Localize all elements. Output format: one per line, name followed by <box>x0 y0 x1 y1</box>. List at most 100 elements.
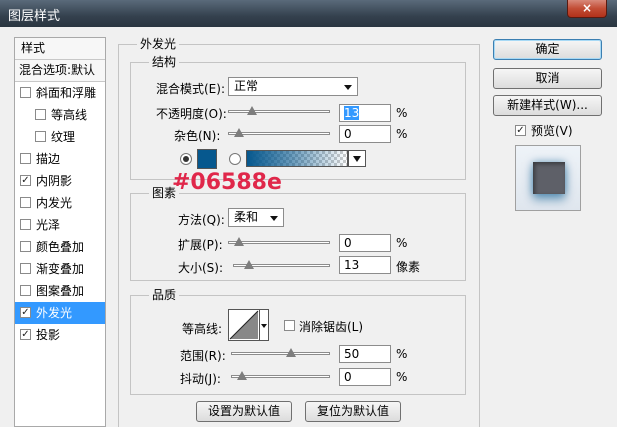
gradient-picker[interactable] <box>246 150 348 167</box>
ok-button[interactable]: 确定 <box>493 39 602 60</box>
color-annotation: #06588e <box>172 170 282 195</box>
style-item-checkbox[interactable] <box>20 219 31 230</box>
jitter-unit: % <box>396 370 408 384</box>
style-item-checkbox[interactable] <box>35 131 46 142</box>
style-item[interactable]: 斜面和浮雕 <box>15 82 105 104</box>
set-default-button[interactable]: 设置为默认值 <box>196 401 292 422</box>
jitter-slider-thumb[interactable] <box>237 371 247 380</box>
blend-mode-label: 混合模式(E): <box>156 82 225 96</box>
style-item-checkbox[interactable] <box>20 241 31 252</box>
style-item[interactable]: ✓ 内阴影 <box>15 170 105 192</box>
style-item-checkbox[interactable] <box>20 263 31 274</box>
antialias-label: 消除锯齿(L) <box>299 320 364 334</box>
style-item-checkbox[interactable]: ✓ <box>20 175 31 186</box>
size-slider[interactable] <box>233 260 330 269</box>
style-item[interactable]: ✓ 外发光 <box>15 302 105 324</box>
range-slider[interactable] <box>231 348 330 357</box>
jitter-input[interactable]: 0 <box>339 368 391 386</box>
style-item-label: 内发光 <box>36 196 73 210</box>
spread-unit: % <box>396 236 408 250</box>
style-item-label: 内阴影 <box>36 174 73 188</box>
style-item-label: 外发光 <box>36 306 73 320</box>
contour-preview-icon <box>229 310 259 340</box>
spread-slider-thumb[interactable] <box>234 237 244 246</box>
spread-slider[interactable] <box>228 237 330 246</box>
preview-swatch <box>533 162 565 194</box>
jitter-label: 抖动(J): <box>180 372 221 386</box>
style-item-label: 纹理 <box>51 130 76 144</box>
range-input[interactable]: 50 <box>339 345 391 363</box>
style-item-checkbox[interactable]: ✓ <box>20 307 31 318</box>
method-value: 柔和 <box>234 210 259 224</box>
style-item[interactable]: 颜色叠加 <box>15 236 105 258</box>
jitter-slider[interactable] <box>231 371 330 380</box>
style-item-label: 颜色叠加 <box>36 240 85 254</box>
style-item-label: 等高线 <box>51 108 88 122</box>
blending-options-item[interactable]: 混合选项:默认 <box>15 60 105 82</box>
style-item-label: 渐变叠加 <box>36 262 85 276</box>
gradient-dropdown[interactable] <box>348 150 366 167</box>
title-bar: 图层样式 × <box>0 0 617 27</box>
noise-slider-thumb[interactable] <box>234 128 244 137</box>
style-item-label: 光泽 <box>36 218 61 232</box>
elements-title: 图素 <box>149 186 180 200</box>
style-item-label: 图案叠加 <box>36 284 85 298</box>
opacity-slider[interactable] <box>228 106 330 115</box>
styles-header[interactable]: 样式 <box>15 38 105 60</box>
range-slider-thumb[interactable] <box>285 348 296 357</box>
style-item[interactable]: 等高线 <box>15 104 105 126</box>
style-item-checkbox[interactable]: ✓ <box>20 329 31 340</box>
preview-checkbox[interactable]: ✓ <box>515 125 526 136</box>
chevron-down-icon <box>270 216 278 221</box>
outer-glow-title: 外发光 <box>137 37 180 51</box>
opacity-input[interactable]: 13 <box>339 104 391 122</box>
style-item-checkbox[interactable] <box>35 109 46 120</box>
style-item-checkbox[interactable] <box>20 87 31 98</box>
style-item-label: 描边 <box>36 152 61 166</box>
reset-default-button[interactable]: 复位为默认值 <box>305 401 401 422</box>
color-radio[interactable] <box>180 153 192 165</box>
style-item[interactable]: 纹理 <box>15 126 105 148</box>
style-item[interactable]: 光泽 <box>15 214 105 236</box>
noise-input[interactable]: 0 <box>339 125 391 143</box>
size-slider-thumb[interactable] <box>243 260 254 269</box>
cancel-button[interactable]: 取消 <box>493 68 602 89</box>
range-unit: % <box>396 347 408 361</box>
color-radio-dot <box>183 156 189 162</box>
chevron-down-icon <box>353 156 361 162</box>
style-item-checkbox[interactable] <box>20 285 31 296</box>
glow-color-swatch[interactable] <box>197 149 217 169</box>
range-label: 范围(R): <box>180 349 226 363</box>
size-label: 大小(S): <box>178 261 224 275</box>
noise-unit: % <box>396 127 408 141</box>
blend-mode-select[interactable]: 正常 <box>228 77 358 96</box>
style-item[interactable]: ✓ 投影 <box>15 324 105 346</box>
contour-picker[interactable] <box>228 309 260 341</box>
method-select[interactable]: 柔和 <box>228 208 284 227</box>
opacity-unit: % <box>396 106 408 120</box>
blend-mode-value: 正常 <box>234 79 259 93</box>
structure-title: 结构 <box>149 55 180 69</box>
preview-label: 预览(V) <box>531 124 573 138</box>
size-unit: 像素 <box>396 260 421 274</box>
quality-title: 品质 <box>149 288 180 302</box>
style-list: 样式 混合选项:默认 斜面和浮雕等高线纹理描边 ✓ 内阴影内发光光泽颜色叠加渐变叠加… <box>14 37 106 427</box>
style-item-checkbox[interactable] <box>20 153 31 164</box>
method-label: 方法(Q): <box>178 213 225 227</box>
style-item-label: 投影 <box>36 328 61 342</box>
opacity-slider-thumb[interactable] <box>247 106 257 115</box>
gradient-radio[interactable] <box>229 153 241 165</box>
style-item[interactable]: 渐变叠加 <box>15 258 105 280</box>
antialias-checkbox[interactable] <box>284 320 295 331</box>
noise-slider[interactable] <box>228 128 330 137</box>
contour-dropdown[interactable] <box>260 309 269 341</box>
new-style-button[interactable]: 新建样式(W)... <box>493 95 602 116</box>
close-button[interactable]: × <box>567 0 607 18</box>
style-item[interactable]: 内发光 <box>15 192 105 214</box>
style-item-checkbox[interactable] <box>20 197 31 208</box>
style-items: 斜面和浮雕等高线纹理描边 ✓ 内阴影内发光光泽颜色叠加渐变叠加图案叠加 ✓ 外发光 ✓ 投影 <box>15 82 105 346</box>
size-input[interactable]: 13 <box>339 256 391 274</box>
style-item[interactable]: 描边 <box>15 148 105 170</box>
style-item[interactable]: 图案叠加 <box>15 280 105 302</box>
spread-input[interactable]: 0 <box>339 234 391 252</box>
